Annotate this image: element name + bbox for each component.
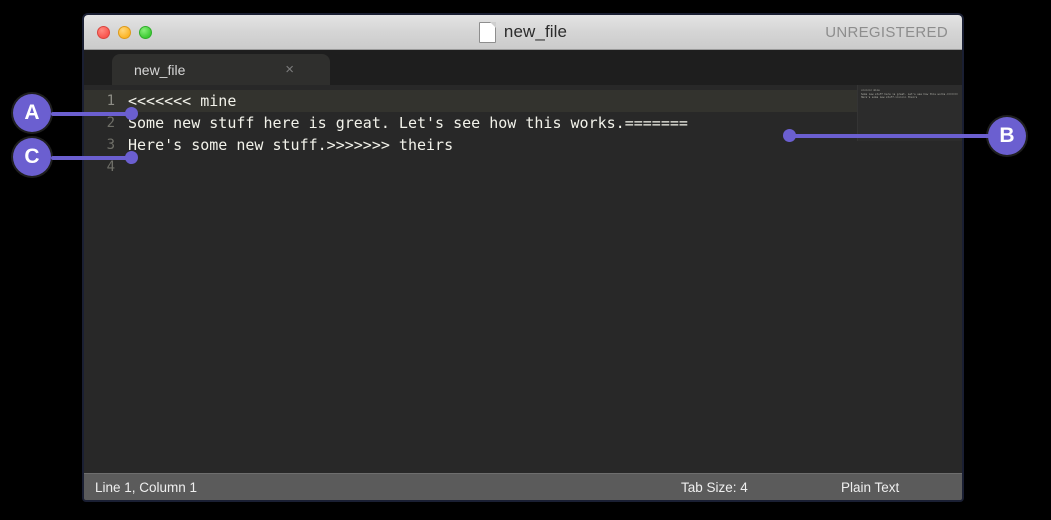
- minimap[interactable]: <<<<<<< mine Some new stuff here is grea…: [857, 85, 962, 141]
- annotation-dot-a: [125, 107, 138, 120]
- cursor-position-status: Line 1, Column 1: [95, 479, 198, 495]
- annotation-leader-a: [51, 112, 136, 116]
- annotation-dot-b: [783, 129, 796, 142]
- code-line[interactable]: <<<<<<< mine: [124, 90, 962, 112]
- code-line[interactable]: Some new stuff here is great. Let's see …: [124, 112, 962, 134]
- annotation-leader-c: [51, 156, 136, 160]
- tab-bar: new_file ×: [84, 50, 962, 85]
- document-icon: [478, 21, 496, 43]
- annotation-leader-b: [789, 134, 991, 138]
- title-bar: new_file UNREGISTERED: [84, 15, 962, 50]
- tab-size-status[interactable]: Tab Size: 4: [681, 480, 748, 495]
- annotation-marker-a: A: [13, 94, 51, 132]
- code-content[interactable]: <<<<<<< mine Some new stuff here is grea…: [124, 85, 962, 470]
- close-window-button[interactable]: [97, 25, 110, 39]
- editor-window: new_file UNREGISTERED new_file × 1 2 3 4…: [82, 13, 964, 502]
- annotation-dot-c: [125, 151, 138, 164]
- code-line[interactable]: [124, 156, 962, 178]
- maximize-window-button[interactable]: [139, 25, 152, 39]
- line-number: 3: [106, 137, 115, 153]
- window-title: new_file: [503, 22, 568, 41]
- syntax-mode-status[interactable]: Plain Text: [841, 480, 899, 495]
- tab-label: new_file: [134, 61, 186, 78]
- code-editor[interactable]: 1 2 3 4 <<<<<<< mine Some new stuff here…: [84, 85, 962, 470]
- line-number-gutter: 1 2 3 4: [84, 85, 124, 470]
- minimap-line: Here's some new stuff.>>>>>>> theirs: [861, 96, 918, 100]
- traffic-lights: [97, 25, 152, 39]
- close-icon[interactable]: ×: [285, 62, 294, 77]
- annotation-marker-c: C: [13, 138, 51, 176]
- minimize-window-button[interactable]: [118, 25, 131, 39]
- tab-new-file[interactable]: new_file ×: [112, 54, 330, 85]
- line-number: 1: [84, 90, 124, 112]
- annotation-marker-b: B: [988, 117, 1026, 155]
- status-bar: Line 1, Column 1 Tab Size: 4 Plain Text: [84, 473, 962, 500]
- unregistered-watermark: UNREGISTERED: [825, 23, 948, 41]
